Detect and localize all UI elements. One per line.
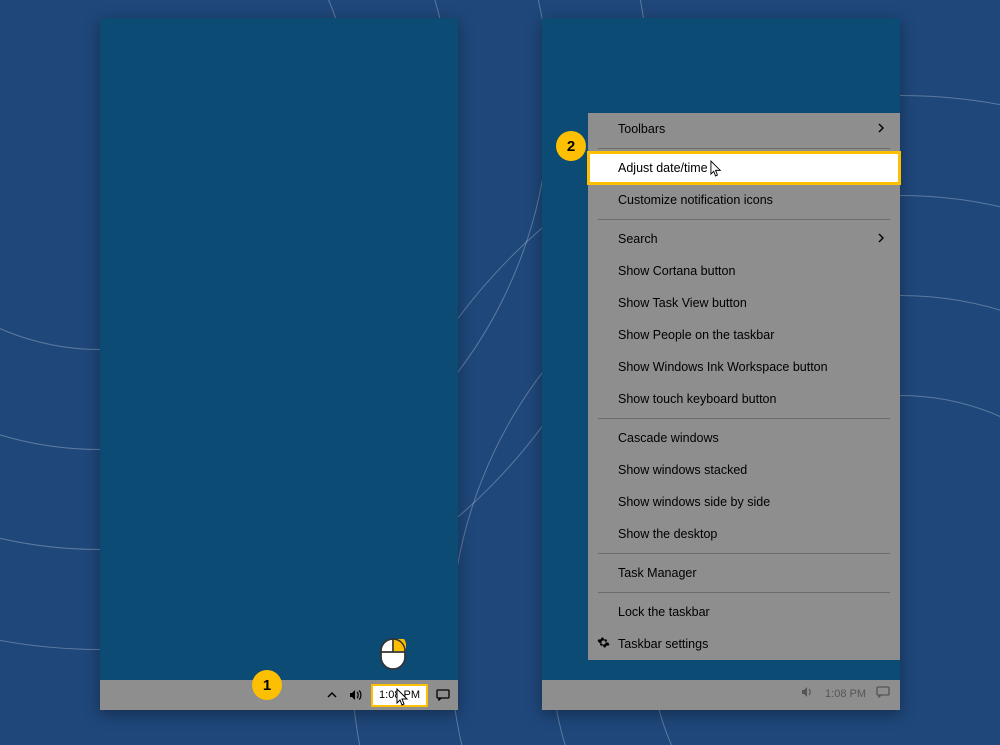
step1-panel: 1:08 PM 1 [100,18,458,710]
menu-label: Lock the taskbar [618,605,710,619]
chevron-right-icon [876,232,886,246]
menu-lock-taskbar[interactable]: Lock the taskbar [588,596,900,628]
menu-taskbar-settings[interactable]: Taskbar settings [588,628,900,660]
menu-cascade[interactable]: Cascade windows [588,422,900,454]
menu-label: Customize notification icons [618,193,773,207]
menu-adjust-date-time[interactable]: Adjust date/time [588,152,900,184]
volume-icon[interactable] [347,686,365,704]
step2-panel: Toolbars Adjust date/time Customize noti… [542,18,900,710]
menu-show-touchkb[interactable]: Show touch keyboard button [588,383,900,415]
menu-label: Search [618,232,658,246]
menu-search[interactable]: Search [588,223,900,255]
desktop-area: Toolbars Adjust date/time Customize noti… [542,18,900,710]
action-center-icon[interactable] [434,686,452,704]
gear-icon [597,636,610,652]
menu-separator [598,592,890,593]
chevron-right-icon [876,122,886,136]
menu-label: Show People on the taskbar [618,328,774,342]
step-badge-1: 1 [252,670,282,700]
menu-label: Taskbar settings [618,637,708,651]
menu-toolbars[interactable]: Toolbars [588,113,900,145]
cursor-icon [710,160,723,177]
menu-separator [598,219,890,220]
taskbar-context-menu: Toolbars Adjust date/time Customize noti… [588,113,900,660]
menu-show-taskview[interactable]: Show Task View button [588,287,900,319]
menu-show-ink[interactable]: Show Windows Ink Workspace button [588,351,900,383]
menu-label: Toolbars [618,122,665,136]
menu-show-people[interactable]: Show People on the taskbar [588,319,900,351]
menu-label: Task Manager [618,566,697,580]
menu-label: Show touch keyboard button [618,392,776,406]
menu-label: Cascade windows [618,431,719,445]
menu-separator [598,148,890,149]
menu-stacked[interactable]: Show windows stacked [588,454,900,486]
menu-label: Show Task View button [618,296,747,310]
menu-label: Adjust date/time [618,161,708,175]
step-badge-2: 2 [556,131,586,161]
desktop-area: 1:08 PM [100,18,458,710]
volume-icon[interactable] [801,686,815,701]
tray-overflow-icon[interactable] [323,686,341,704]
taskbar: 1:08 PM [542,680,900,710]
menu-customize-icons[interactable]: Customize notification icons [588,184,900,216]
menu-label: Show Cortana button [618,264,735,278]
taskbar-clock[interactable]: 1:08 PM [825,688,866,700]
menu-show-desktop[interactable]: Show the desktop [588,518,900,550]
menu-label: Show Windows Ink Workspace button [618,360,828,374]
action-center-icon[interactable] [876,686,890,701]
menu-task-manager[interactable]: Task Manager [588,557,900,589]
menu-separator [598,553,890,554]
menu-separator [598,418,890,419]
menu-sidebyside[interactable]: Show windows side by side [588,486,900,518]
menu-show-cortana[interactable]: Show Cortana button [588,255,900,287]
mouse-rightclick-icon [380,638,406,670]
menu-label: Show windows stacked [618,463,747,477]
menu-label: Show the desktop [618,527,717,541]
taskbar-clock[interactable]: 1:08 PM [371,684,428,707]
menu-label: Show windows side by side [618,495,770,509]
